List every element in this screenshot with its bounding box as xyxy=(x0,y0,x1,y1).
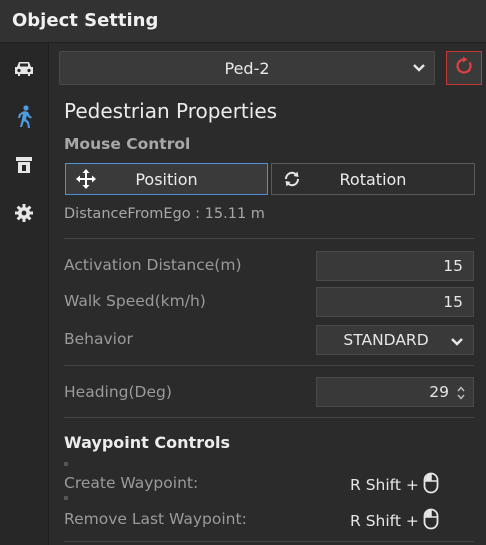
divider xyxy=(64,541,474,542)
title-bar: Object Setting xyxy=(0,0,486,43)
spinner-icon[interactable] xyxy=(456,385,466,405)
chevron-down-icon xyxy=(450,334,464,353)
pedestrian-icon[interactable] xyxy=(12,105,36,129)
activation-distance-value: 15 xyxy=(443,257,463,275)
rotation-label: Rotation xyxy=(339,170,407,189)
sidebar xyxy=(0,43,49,545)
divider xyxy=(64,238,474,239)
properties-panel: Ped-2 Pedestrian Properties Mouse Contro… xyxy=(49,43,486,545)
object-icon[interactable] xyxy=(12,153,36,177)
heading-label: Heading(Deg) xyxy=(64,383,172,401)
create-waypoint-key: R Shift + xyxy=(350,476,419,494)
position-button[interactable]: Position xyxy=(65,163,268,195)
mouse-control-label: Mouse Control xyxy=(64,135,191,153)
heading-value: 29 xyxy=(429,383,449,401)
activation-distance-input[interactable]: 15 xyxy=(316,251,474,281)
gear-icon[interactable] xyxy=(12,201,36,225)
walk-speed-value: 15 xyxy=(443,293,463,311)
object-select-value: Ped-2 xyxy=(224,59,270,78)
reset-icon xyxy=(454,56,474,80)
waypoint-controls-title: Waypoint Controls xyxy=(64,433,231,452)
behavior-select[interactable]: STANDARD xyxy=(316,325,474,355)
behavior-label: Behavior xyxy=(64,330,133,348)
window-title: Object Setting xyxy=(12,10,159,31)
walk-speed-label: Walk Speed(km/h) xyxy=(64,292,206,310)
object-select[interactable]: Ped-2 xyxy=(59,51,435,85)
section-title: Pedestrian Properties xyxy=(64,99,278,123)
create-waypoint-shortcut: R Shift + xyxy=(350,472,439,498)
walk-speed-input[interactable]: 15 xyxy=(316,287,474,317)
position-label: Position xyxy=(135,170,198,189)
divider xyxy=(64,417,474,418)
remove-waypoint-label: Remove Last Waypoint: xyxy=(64,510,247,528)
heading-input[interactable]: 29 xyxy=(316,377,474,407)
reset-button[interactable] xyxy=(446,51,482,85)
create-waypoint-label: Create Waypoint: xyxy=(64,474,199,492)
divider xyxy=(64,365,474,366)
distance-from-ego: DistanceFromEgo : 15.11 m xyxy=(64,206,265,222)
rotation-button[interactable]: Rotation xyxy=(271,163,475,195)
mouse-icon xyxy=(423,508,439,534)
activation-distance-label: Activation Distance(m) xyxy=(64,256,242,274)
chevron-down-icon xyxy=(412,60,426,79)
divider xyxy=(64,496,68,500)
remove-waypoint-shortcut: R Shift + xyxy=(350,508,439,534)
divider xyxy=(64,462,68,466)
mouse-icon xyxy=(423,472,439,498)
remove-waypoint-key: R Shift + xyxy=(350,512,419,530)
car-icon[interactable] xyxy=(12,57,36,81)
